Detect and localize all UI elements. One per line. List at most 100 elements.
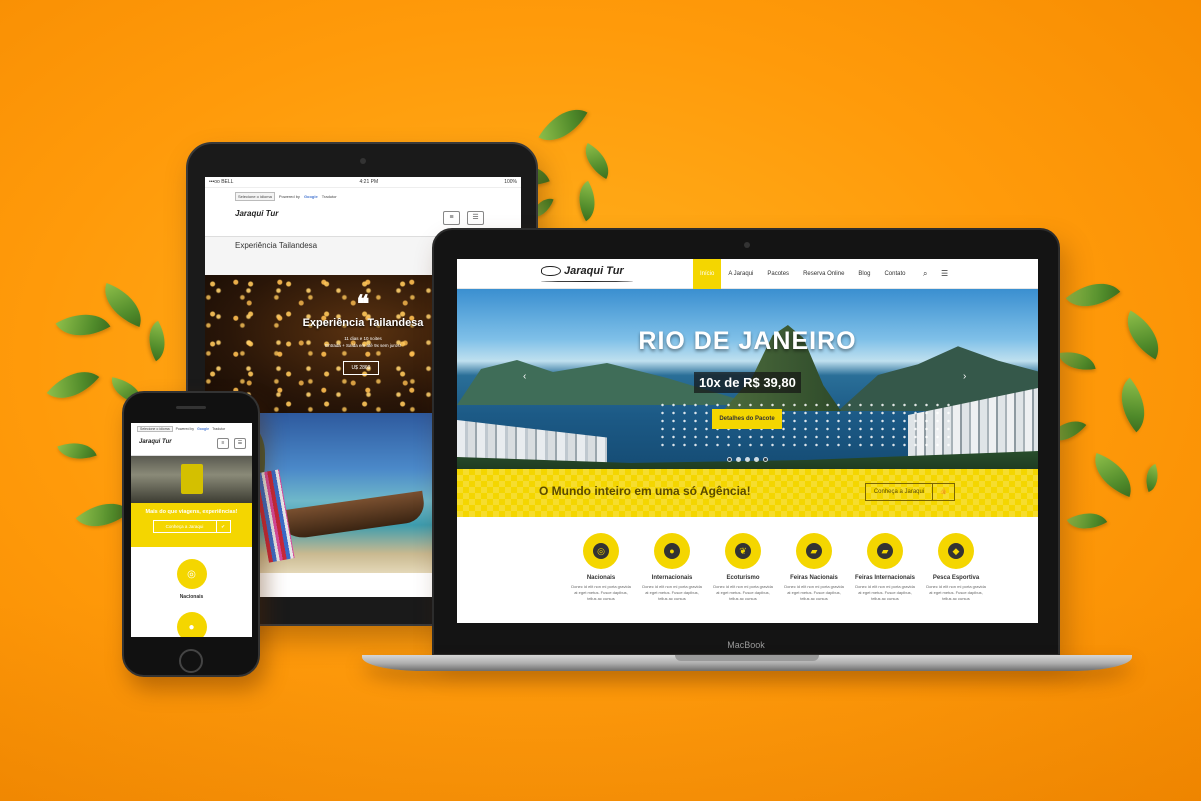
nav-item-reserva-online[interactable]: Reserva Online bbox=[796, 259, 851, 289]
clock-text: 4:21 PM bbox=[359, 179, 379, 185]
laptop-camera bbox=[744, 242, 750, 248]
translate-widget: Selecione o idioma Powered by Google Tra… bbox=[205, 188, 521, 201]
about-button[interactable]: Conheça a Jaraqui ✔ bbox=[152, 520, 231, 533]
compass-icon: ◎ bbox=[593, 543, 609, 559]
phone-device: Selecione o idioma Powered by Google Tra… bbox=[122, 391, 260, 677]
slider-dot[interactable] bbox=[763, 457, 768, 462]
feature-desc: Donec id elit non mi porta gravida at eg… bbox=[713, 584, 773, 601]
translate-text: Tradutor bbox=[212, 427, 226, 431]
logo-text: Jaraqui Tur bbox=[564, 265, 624, 277]
feature-circle: ❦ bbox=[725, 533, 761, 569]
callout-band: O Mundo inteiro em uma só Agência! Conhe… bbox=[457, 469, 1038, 517]
nav-item-blog[interactable]: Blog bbox=[851, 259, 877, 289]
slider-dot[interactable] bbox=[727, 457, 732, 462]
compass-icon: ◎ bbox=[176, 559, 207, 589]
powered-by-text: Powered by bbox=[175, 427, 195, 431]
phone-callout-band: Mais do que viagens, experiências! Conhe… bbox=[131, 503, 252, 547]
feature-nacionais[interactable]: ◎ Nacionais Donec id elit non mi porta g… bbox=[566, 533, 637, 602]
feature-pesca-esportiva[interactable]: ◆ Pesca Esportiva Donec id elit non mi p… bbox=[921, 533, 992, 602]
callout-text: Mais do que viagens, experiências! bbox=[145, 509, 238, 515]
logo-underline bbox=[541, 280, 633, 282]
nav-item-a-jaraqui[interactable]: A Jaraqui bbox=[721, 259, 760, 289]
feature-title: Pesca Esportiva bbox=[932, 575, 980, 581]
leaf-icon: ❦ bbox=[735, 543, 751, 559]
laptop-brand: MacBook bbox=[727, 640, 765, 650]
feature-feiras-internacionais[interactable]: ▰ Feiras Internacionais Donec id elit no… bbox=[850, 533, 921, 602]
package-details-button[interactable]: Detalhes do Pacote bbox=[712, 409, 782, 429]
google-text: Google bbox=[197, 427, 210, 431]
ticket-icon: ▰ bbox=[877, 543, 893, 559]
feature-circle: ● bbox=[654, 533, 690, 569]
fish-icon: ◆ bbox=[948, 543, 964, 559]
feature-internacionais[interactable]: ● Internacionais Donec id elit non mi po… bbox=[637, 533, 708, 602]
feature-feiras-nacionais[interactable]: ▰ Feiras Nacionais Donec id elit non mi … bbox=[779, 533, 850, 602]
nav-item-pacotes[interactable]: Pacotes bbox=[760, 259, 796, 289]
globe-icon: ● bbox=[664, 543, 680, 559]
tablet-status-bar: •••oo BELL 4:21 PM 100% bbox=[205, 177, 521, 188]
boats bbox=[657, 401, 957, 451]
google-text: Google bbox=[303, 194, 318, 199]
ticket-icon: ▰ bbox=[806, 543, 822, 559]
menu-icon[interactable]: ☰ bbox=[941, 269, 948, 278]
feature-title: Internacionais bbox=[651, 575, 693, 581]
chevron-right-icon[interactable]: › bbox=[963, 371, 966, 382]
nav-item-contato[interactable]: Contato bbox=[877, 259, 912, 289]
page-title: Experiência Tailandesa bbox=[235, 241, 318, 250]
feature-title: Feiras Internacionais bbox=[854, 575, 916, 581]
feature-ecoturismo[interactable]: ❦ Ecoturismo Donec id elit non mi porta … bbox=[708, 533, 779, 602]
longtail-boat bbox=[273, 490, 427, 542]
sidebar-toggle-button[interactable]: ☰ bbox=[234, 438, 246, 449]
chevron-left-icon[interactable]: ‹ bbox=[523, 371, 526, 382]
globe-icon: ● bbox=[176, 612, 207, 637]
phone-header: Jaraqui Tur ≡ ☰ bbox=[131, 432, 252, 456]
phone-screen: Selecione o idioma Powered by Google Tra… bbox=[131, 423, 252, 637]
feature-circle: ◎ bbox=[583, 533, 619, 569]
forklift bbox=[181, 464, 203, 494]
slider-dot[interactable] bbox=[745, 457, 750, 462]
sidebar-toggle-button[interactable]: ☰ bbox=[467, 211, 484, 225]
thumbs-up-icon: 👍 bbox=[932, 484, 954, 500]
feature-desc: Donec id elit non mi porta gravida at eg… bbox=[784, 584, 844, 601]
feature-desc: Donec id elit non mi porta gravida at eg… bbox=[642, 584, 702, 601]
logo[interactable]: Jaraqui Tur bbox=[235, 209, 278, 218]
laptop-screen: Jaraqui Tur Início A Jaraqui Pacotes Res… bbox=[457, 259, 1038, 623]
feature-desc: Donec id elit non mi porta gravida at eg… bbox=[571, 584, 631, 601]
feature-title: Nacionais bbox=[586, 575, 616, 581]
translate-widget: Selecione o idioma Powered by Google Tra… bbox=[131, 423, 252, 432]
price-button[interactable]: U$ 2869 bbox=[343, 361, 379, 375]
logo[interactable]: Jaraqui Tur bbox=[541, 265, 624, 277]
hero-slider: RIO DE JANEIRO 10x de R$ 39,80 Detalhes … bbox=[457, 289, 1038, 469]
hero-title: RIO DE JANEIRO bbox=[638, 327, 857, 355]
about-button[interactable]: Conheça a Jaraqui 👍 bbox=[865, 483, 955, 501]
main-navbar: Jaraqui Tur Início A Jaraqui Pacotes Res… bbox=[457, 259, 1038, 289]
feature-title: Nacionais bbox=[179, 594, 204, 600]
nav-item-inicio[interactable]: Início bbox=[693, 259, 722, 289]
features-row: ◎ Nacionais Donec id elit non mi porta g… bbox=[457, 517, 1038, 602]
slider-dot[interactable] bbox=[754, 457, 759, 462]
language-select[interactable]: Selecione o idioma bbox=[235, 192, 275, 201]
feature-circle: ▰ bbox=[867, 533, 903, 569]
forklift-photo bbox=[131, 456, 252, 503]
search-icon[interactable]: ⌕ bbox=[923, 269, 927, 279]
phone-speaker bbox=[176, 406, 206, 409]
feature-nacionais[interactable]: ◎ Nacionais ● bbox=[131, 547, 252, 637]
carrier-text: •••oo BELL bbox=[209, 179, 234, 185]
translate-text: Tradutor bbox=[321, 194, 337, 199]
feature-title: Feiras Nacionais bbox=[790, 575, 838, 581]
menu-toggle-button[interactable]: ≡ bbox=[217, 438, 229, 449]
feature-circle: ▰ bbox=[796, 533, 832, 569]
about-button-label: Conheça a Jaraqui bbox=[165, 524, 204, 529]
check-icon: ✔ bbox=[215, 521, 230, 532]
laptop-notch bbox=[675, 655, 819, 661]
logo[interactable]: Jaraqui Tur bbox=[139, 439, 172, 445]
tablet-camera bbox=[360, 158, 366, 164]
fish-logo-icon bbox=[541, 266, 561, 276]
feature-desc: Donec id elit non mi porta gravida at eg… bbox=[926, 584, 986, 601]
callout-text: O Mundo inteiro em uma só Agência! bbox=[539, 484, 751, 498]
home-button[interactable] bbox=[179, 649, 203, 673]
feature-circle: ◆ bbox=[938, 533, 974, 569]
menu-toggle-button[interactable]: ≡ bbox=[443, 211, 460, 225]
battery-text: 100% bbox=[504, 179, 517, 185]
right-plant bbox=[1040, 268, 1190, 570]
slider-dot[interactable] bbox=[736, 457, 741, 462]
